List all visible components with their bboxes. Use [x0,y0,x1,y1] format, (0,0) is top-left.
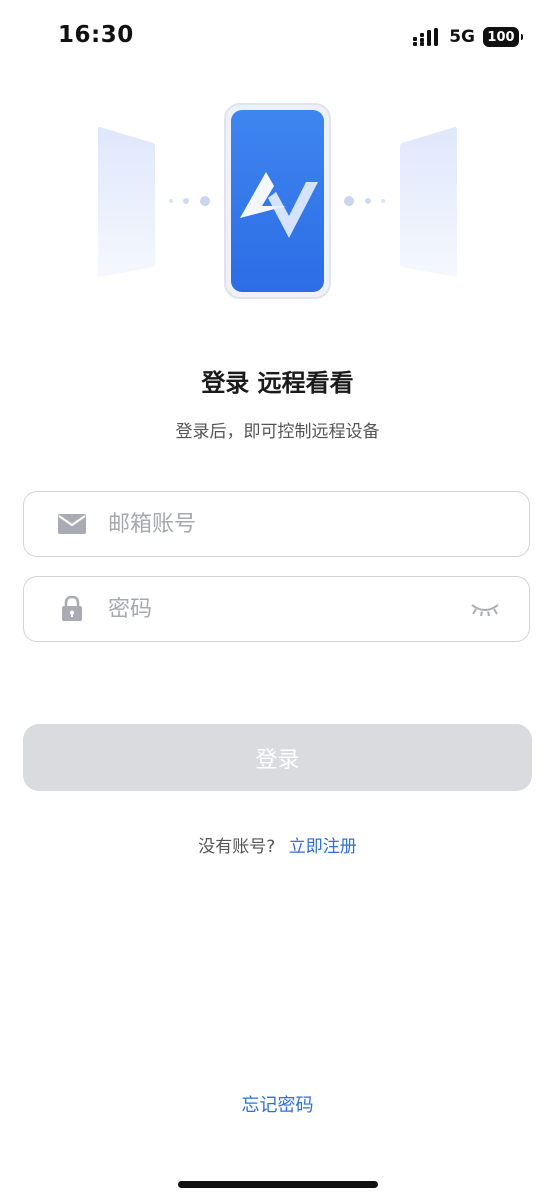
no-account-prompt: 没有账号? [198,837,276,857]
login-button[interactable]: 登录 [23,724,532,791]
register-row: 没有账号? 立即注册 [0,832,555,857]
forgot-password-link[interactable]: 忘记密码 [0,1091,555,1117]
left-panel [98,127,155,277]
email-field[interactable] [23,491,530,557]
status-indicators: 5G 100 [413,25,523,49]
home-indicator [178,1181,378,1188]
right-dots [344,196,385,206]
lock-icon [54,596,90,622]
status-bar: 16:30 5G 100 [0,0,555,70]
status-time: 16:30 [58,22,134,48]
battery-icon: 100 [483,27,523,47]
mail-icon [54,514,90,534]
battery-level: 100 [487,29,515,45]
network-label: 5G [449,27,475,47]
password-input[interactable] [108,589,465,629]
page-title: 登录 远程看看 [201,369,354,397]
register-link[interactable]: 立即注册 [289,837,357,857]
email-input[interactable] [108,504,529,544]
password-field[interactable] [23,576,530,642]
hero-illustration [0,100,555,305]
page-subtitle: 登录后，即可控制远程设备 [175,422,380,442]
right-panel [400,127,457,277]
eye-closed-icon[interactable] [465,589,505,629]
left-dots [169,196,210,206]
signal-icon [413,28,441,46]
